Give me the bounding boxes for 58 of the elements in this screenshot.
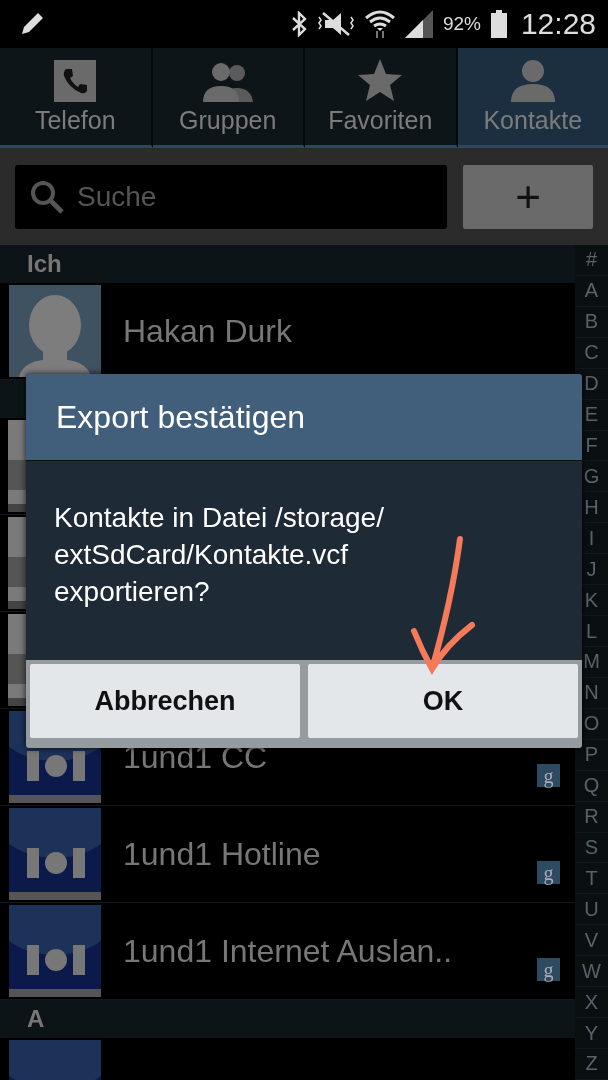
index-letter[interactable]: S	[584, 835, 599, 859]
google-badge: g	[537, 958, 560, 981]
google-badge: g	[537, 764, 560, 787]
tab[interactable]: Favoriten	[305, 48, 458, 148]
index-letter[interactable]: D	[584, 372, 599, 396]
index-letter[interactable]: I	[588, 526, 595, 550]
tab[interactable]: Telefon	[0, 48, 153, 148]
index-letter[interactable]: P	[584, 743, 599, 767]
dialog-title: Export bestätigen	[56, 398, 306, 436]
phone-icon	[54, 60, 97, 102]
section-header: A	[0, 1000, 575, 1038]
index-letter[interactable]: V	[584, 928, 599, 952]
index-letter[interactable]: F	[585, 434, 598, 457]
index-letter[interactable]: G	[583, 464, 600, 488]
contact-name[interactable]: Hakan Durk	[123, 312, 292, 350]
index-letter[interactable]: Z	[585, 1052, 598, 1076]
bluetooth-icon	[290, 11, 307, 37]
avatar-icon	[9, 285, 101, 377]
clock: 12:28	[520, 7, 596, 41]
dialog-button[interactable]: Abbrechen	[30, 664, 300, 738]
battery-icon	[490, 10, 507, 38]
index-letter[interactable]: O	[583, 712, 600, 736]
search-icon	[29, 178, 65, 215]
index-letter[interactable]: N	[584, 681, 599, 705]
battery-percentage: 92%	[442, 13, 481, 35]
index-letter[interactable]: W	[582, 959, 601, 983]
signal-icon	[404, 10, 433, 38]
index-letter[interactable]: Y	[584, 1021, 599, 1045]
people-icon	[200, 60, 255, 102]
add-button[interactable]: +	[463, 164, 593, 229]
section-header: Ich	[0, 245, 575, 283]
index-letter[interactable]: K	[584, 588, 599, 612]
dialog-button[interactable]: OK	[308, 664, 578, 738]
index-letter[interactable]: M	[583, 650, 600, 674]
dialog-message: Kontakte in Datei /storage/ extSdCard/Kontakte.vcf exportieren?	[54, 502, 384, 607]
tab[interactable]: Gruppen	[152, 48, 305, 148]
index-letter[interactable]: J	[586, 557, 597, 581]
index-letter[interactable]: E	[584, 403, 599, 427]
star-icon	[357, 58, 404, 102]
index-letter[interactable]: C	[584, 341, 599, 365]
index-letter[interactable]: H	[584, 495, 599, 519]
index-letter[interactable]: R	[584, 805, 599, 829]
index-letter[interactable]: #	[585, 248, 598, 272]
contact-name[interactable]: 1und1 Internet Auslan..	[123, 932, 453, 970]
tab[interactable]: Kontakte	[457, 48, 608, 148]
index-letter[interactable]: T	[585, 866, 598, 890]
search-field[interactable]: Suche	[15, 164, 447, 229]
index-letter[interactable]: B	[584, 310, 599, 334]
index-letter[interactable]: U	[584, 897, 599, 921]
index-letter[interactable]: L	[585, 619, 598, 643]
contact-name[interactable]: 1und1 Hotline	[123, 835, 321, 873]
mute-icon	[316, 11, 355, 37]
wifi-icon	[364, 9, 395, 39]
index-letter[interactable]: X	[584, 990, 599, 1014]
person-icon	[509, 58, 556, 102]
index-letter[interactable]: A	[584, 279, 599, 303]
google-badge: g	[537, 861, 560, 884]
index-letter[interactable]: Q	[583, 774, 600, 798]
